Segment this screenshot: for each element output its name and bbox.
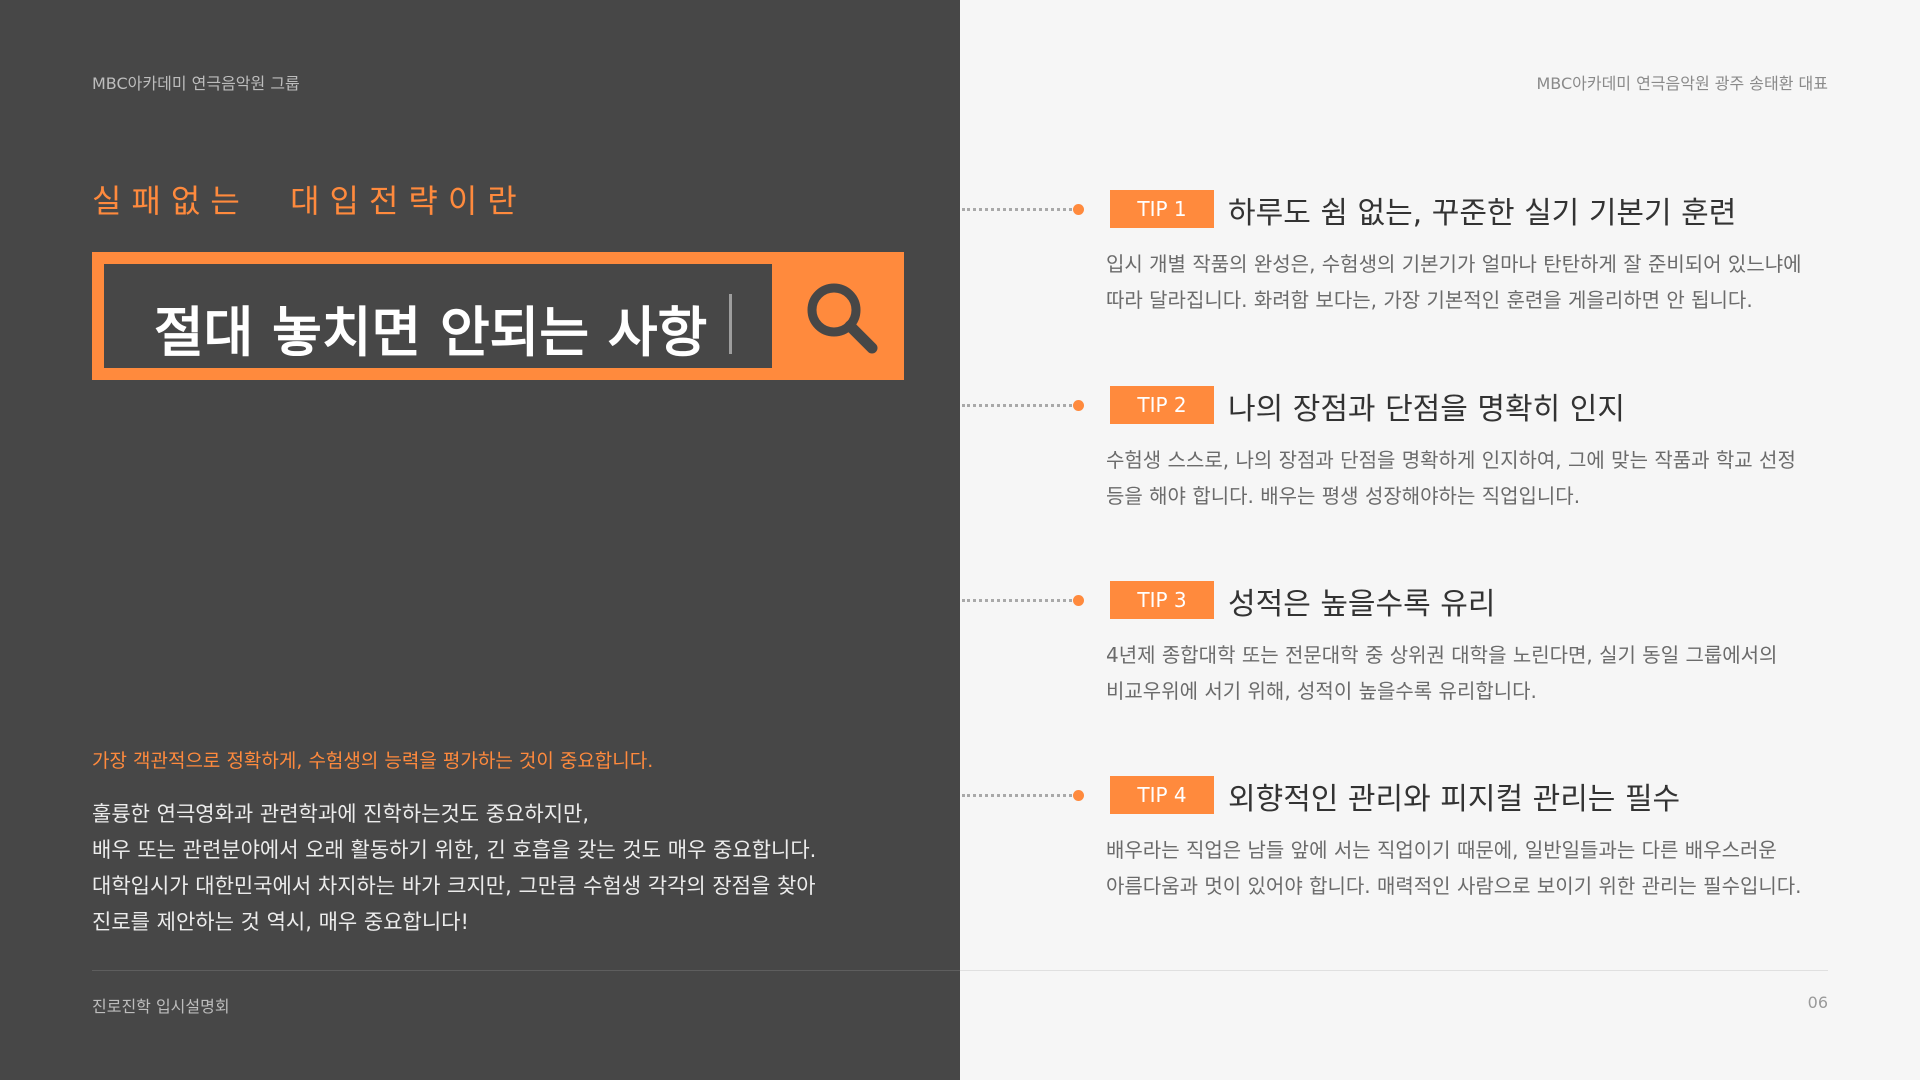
body-line: 배우 또는 관련분야에서 오래 활동하기 위한, 긴 호흡을 갖는 것도 매우 … (92, 838, 817, 862)
tip-4: TIP 4 외향적인 관리와 피지컬 관리는 필수 배우라는 직업은 남들 앞에… (960, 776, 1828, 916)
tip-desc-line: 따라 달라집니다. 화려함 보다는, 가장 기본적인 훈련을 게을리하면 안 됩… (1106, 288, 1753, 312)
tip-description: 배우라는 직업은 남들 앞에 서는 직업이기 때문에, 일반일들과는 다른 배우… (1106, 832, 1828, 904)
text-caret (729, 294, 732, 354)
bullet-dot (1073, 400, 1084, 411)
search-box: 절대 놓치면 안되는 사항 (104, 264, 772, 368)
slide: MBC아카데미 연극음악원 그룹 MBC아카데미 연극음악원 광주 송태환 대표… (0, 0, 1920, 1080)
body-line: 대학입시가 대한민국에서 차지하는 바가 크지만, 그만큼 수험생 각각의 장점… (92, 874, 816, 898)
tip-desc-line: 비교우위에 서기 위해, 성적이 높을수록 유리합니다. (1106, 679, 1537, 703)
dotted-connector (962, 404, 1072, 407)
tip-title: 나의 장점과 단점을 명확히 인지 (1228, 392, 1625, 427)
tip-3: TIP 3 성적은 높을수록 유리 4년제 종합대학 또는 전문대학 중 상위권… (960, 581, 1828, 721)
tip-desc-line: 아름다움과 멋이 있어야 합니다. 매력적인 사람으로 보이기 위한 관리는 필… (1106, 874, 1802, 898)
search-bar: 절대 놓치면 안되는 사항 (92, 252, 904, 380)
tip-description: 입시 개별 작품의 완성은, 수험생의 기본기가 얼마나 탄탄하게 잘 준비되어… (1106, 246, 1828, 318)
bullet-dot (1073, 204, 1084, 215)
tip-badge: TIP 1 (1110, 190, 1214, 228)
tip-desc-line: 등을 해야 합니다. 배우는 평생 성장해야하는 직업입니다. (1106, 484, 1581, 508)
tip-2: TIP 2 나의 장점과 단점을 명확히 인지 수험생 스스로, 나의 장점과 … (960, 386, 1828, 526)
footer-title: 진로진학 입시설명회 (92, 997, 230, 1016)
highlight-text: 가장 객관적으로 정확하게, 수험생의 능력을 평가하는 것이 중요합니다. (92, 750, 654, 772)
body-line: 훌륭한 연극영화과 관련학과에 진학하는것도 중요하지만, (92, 802, 590, 826)
tip-badge: TIP 4 (1110, 776, 1214, 814)
bullet-dot (1073, 790, 1084, 801)
search-icon (807, 283, 878, 354)
body-line: 진로를 제안하는 것 역시, 매우 중요합니다! (92, 910, 469, 934)
eyebrow-title: 실패없는 대입전략이란 (92, 182, 527, 220)
tip-desc-line: 4년제 종합대학 또는 전문대학 중 상위권 대학을 노린다면, 실기 동일 그… (1106, 643, 1778, 667)
tip-desc-line: 배우라는 직업은 남들 앞에 서는 직업이기 때문에, 일반일들과는 다른 배우… (1106, 838, 1777, 862)
page-number: 06 (1807, 993, 1828, 1012)
tip-description: 수험생 스스로, 나의 장점과 단점을 명확하게 인지하여, 그에 맞는 작품과… (1106, 442, 1828, 514)
tip-1: TIP 1 하루도 쉼 없는, 꾸준한 실기 기본기 훈련 입시 개별 작품의 … (960, 190, 1828, 330)
dotted-connector (962, 794, 1072, 797)
tip-desc-line: 수험생 스스로, 나의 장점과 단점을 명확하게 인지하여, 그에 맞는 작품과… (1106, 448, 1796, 472)
dotted-connector (962, 599, 1072, 602)
tip-description: 4년제 종합대학 또는 전문대학 중 상위권 대학을 노린다면, 실기 동일 그… (1106, 637, 1828, 709)
tip-badge: TIP 3 (1110, 581, 1214, 619)
search-text: 절대 놓치면 안되는 사항 (154, 301, 708, 364)
bullet-dot (1073, 595, 1084, 606)
footer-divider-right (960, 970, 1828, 971)
tip-title: 외향적인 관리와 피지컬 관리는 필수 (1228, 782, 1681, 817)
tip-title: 성적은 높을수록 유리 (1228, 587, 1496, 622)
dotted-connector (962, 208, 1072, 211)
body-text: 훌륭한 연극영화과 관련학과에 진학하는것도 중요하지만, 배우 또는 관련분야… (92, 796, 872, 940)
tip-title: 하루도 쉼 없는, 꾸준한 실기 기본기 훈련 (1228, 196, 1737, 231)
header-left: MBC아카데미 연극음악원 그룹 (92, 74, 300, 93)
tip-badge: TIP 2 (1110, 386, 1214, 424)
header-right: MBC아카데미 연극음악원 광주 송태환 대표 (1536, 74, 1828, 93)
tip-desc-line: 입시 개별 작품의 완성은, 수험생의 기본기가 얼마나 탄탄하게 잘 준비되어… (1106, 252, 1802, 276)
